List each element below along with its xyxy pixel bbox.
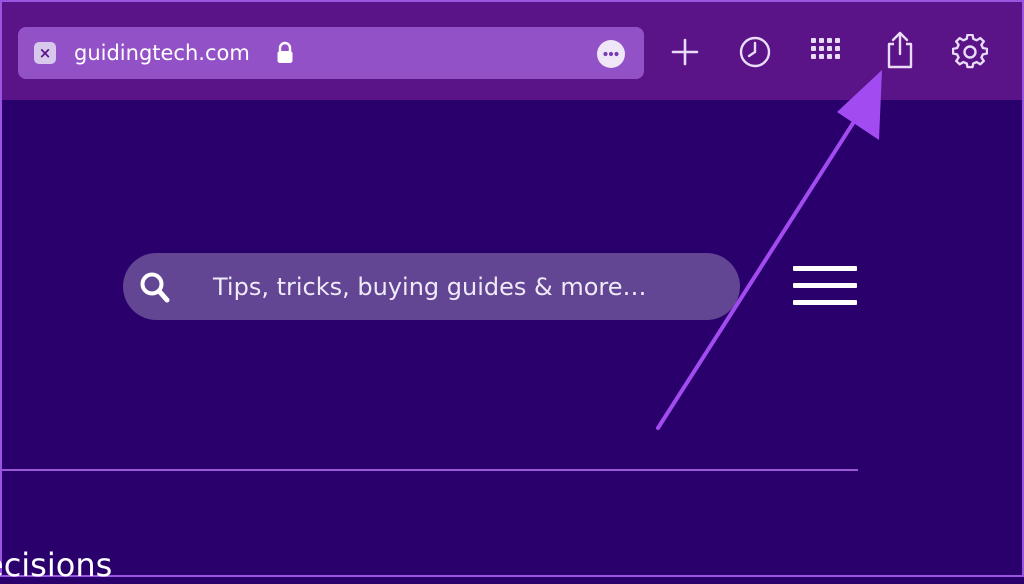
- hamburger-menu-button[interactable]: [791, 263, 861, 309]
- new-tab-button[interactable]: [667, 34, 703, 70]
- url-text[interactable]: guidingtech.com: [74, 40, 250, 66]
- site-favicon-icon: ×: [34, 42, 56, 64]
- ellipsis-icon: [603, 51, 619, 57]
- share-icon: [887, 31, 913, 69]
- menu-line: [793, 266, 857, 271]
- plus-icon: [671, 38, 699, 66]
- site-search-bar[interactable]: Tips, tricks, buying guides & more…: [123, 253, 740, 320]
- browser-toolbar: × guidingtech.com: [2, 2, 1022, 100]
- lock-icon: [276, 41, 294, 69]
- search-icon: [133, 269, 177, 309]
- settings-button[interactable]: [952, 34, 988, 70]
- menu-line: [793, 283, 857, 288]
- more-options-button[interactable]: [597, 40, 625, 68]
- history-icon: [739, 36, 771, 68]
- grid-icon: [811, 38, 840, 59]
- address-bar[interactable]: × guidingtech.com: [18, 27, 644, 79]
- article-heading-fragment: ecisions: [0, 546, 113, 584]
- search-placeholder: Tips, tricks, buying guides & more…: [213, 273, 647, 301]
- section-divider: [2, 469, 858, 471]
- history-button[interactable]: [737, 34, 773, 70]
- share-button[interactable]: [882, 30, 918, 69]
- apps-grid-button[interactable]: [809, 34, 845, 70]
- menu-line: [793, 300, 857, 305]
- gear-icon: [952, 34, 988, 69]
